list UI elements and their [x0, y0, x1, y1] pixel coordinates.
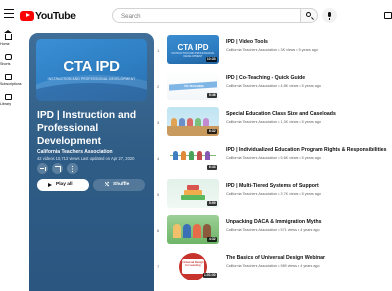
list-item[interactable]: 3 6:32 Special Education Class Size and …	[157, 105, 392, 137]
duration-badge: 5:46	[207, 92, 217, 98]
rail-item-subscriptions[interactable]: Subscriptions	[0, 72, 22, 92]
list-item[interactable]: 2 CO-TEACHING 5:46 IPD | Co-Teaching - Q…	[157, 69, 392, 101]
duration-badge: 6:43	[207, 164, 217, 170]
video-index: 6	[157, 228, 160, 233]
video-index: 1	[157, 48, 160, 53]
video-thumbnail[interactable]: 6:32	[167, 107, 219, 136]
subscriptions-icon	[5, 74, 12, 80]
video-index: 5	[157, 192, 160, 197]
video-meta: California Teachers Association • 989 vi…	[226, 264, 320, 268]
rail-item-label: Home	[0, 42, 10, 46]
duration-badge: 5:59	[207, 200, 217, 206]
video-thumbnail[interactable]: Universal Design for Learning 1:01:30	[167, 251, 219, 280]
video-title[interactable]: Unpacking DACA & Immigration Myths	[226, 219, 392, 225]
video-meta: California Teachers Association • 5.6K v…	[226, 156, 321, 160]
rail-item-home[interactable]: Home	[0, 30, 18, 52]
video-meta: California Teachers Association • 571 vi…	[226, 228, 320, 232]
rail-item-library[interactable]: Library	[0, 92, 18, 112]
thumbnail-text: CTA IPD	[177, 43, 209, 52]
youtube-playlist-page: YouTube Search Home Shorts Subscriptions…	[0, 0, 392, 291]
shuffle-icon: ⤭	[105, 182, 110, 189]
play-icon	[48, 182, 52, 187]
video-thumbnail[interactable]: 5:59	[167, 179, 219, 208]
video-title[interactable]: Special Education Class Size and Caseloa…	[226, 111, 392, 117]
search-icon	[306, 12, 311, 17]
video-index: 7	[157, 264, 160, 269]
video-meta: California Teachers Association • 3.7K v…	[226, 192, 321, 196]
video-index: 2	[157, 84, 160, 89]
logo-text: YouTube	[35, 9, 76, 22]
video-index: 4	[157, 156, 160, 161]
search-input[interactable]: Search	[112, 8, 300, 23]
video-index: 3	[157, 120, 160, 125]
list-item[interactable]: 7 Universal Design for Learning 1:01:30 …	[157, 249, 392, 281]
video-meta: California Teachers Association • 3K vie…	[226, 48, 318, 52]
video-thumbnail[interactable]: CO-TEACHING 5:46	[167, 71, 219, 100]
more-options-icon[interactable]	[67, 163, 78, 174]
thumbnail-text: Universal Design for Learning	[182, 259, 204, 274]
list-item[interactable]: 6 4:32 Unpacking DACA & Immigration Myth…	[157, 213, 392, 245]
share-icon[interactable]	[52, 163, 63, 174]
playlist-meta: 42 videos 10,713 views Last updated on A…	[37, 156, 135, 161]
play-all-button[interactable]: Play all	[37, 179, 89, 191]
video-title[interactable]: IPD | Multi-Tiered Systems of Support	[226, 183, 392, 189]
video-thumbnail[interactable]: CTA IPD INSTRUCTION AND PROFESSIONAL DEV…	[167, 35, 219, 64]
search-button[interactable]	[300, 8, 318, 23]
video-title[interactable]: IPD | Video Tools	[226, 39, 392, 45]
video-thumbnail[interactable]: 6:43	[167, 143, 219, 172]
save-playlist-icon[interactable]	[37, 163, 48, 174]
top-bar: YouTube Search	[0, 0, 392, 32]
video-title[interactable]: The Basics of Universal Design Webinar	[226, 255, 392, 261]
list-item[interactable]: 5 5:59 IPD | Multi-Tiered Systems of Sup…	[157, 177, 392, 209]
list-item[interactable]: 1 CTA IPD INSTRUCTION AND PROFESSIONAL D…	[157, 33, 392, 65]
library-icon	[5, 94, 12, 100]
playlist-actions	[37, 163, 78, 174]
thumbnail-text: CO-TEACHING	[184, 83, 204, 88]
create-icon[interactable]	[384, 12, 392, 19]
shuffle-button[interactable]: ⤭ Shuffle	[93, 179, 145, 191]
playlist-title: IPD | Instruction and Professional Devel…	[37, 110, 137, 147]
video-thumbnail[interactable]: 4:32	[167, 215, 219, 244]
video-meta: California Teachers Association • 4.8K v…	[226, 84, 321, 88]
video-meta: California Teachers Association • 1.3K v…	[226, 120, 321, 124]
rail-item-label: Shorts	[0, 62, 11, 66]
youtube-play-icon	[20, 10, 34, 21]
mic-icon	[328, 11, 331, 17]
shorts-icon	[5, 54, 12, 60]
playlist-header-card: CTA IPD INSTRUCTION AND PROFESSIONAL DEV…	[29, 33, 154, 291]
duration-badge: 4:32	[207, 236, 217, 242]
playlist-channel[interactable]: California Teachers Association	[37, 149, 113, 155]
video-title[interactable]: IPD | Co-Teaching - Quick Guide	[226, 75, 392, 81]
rail-item-shorts[interactable]: Shorts	[0, 52, 18, 72]
shuffle-label: Shuffle	[113, 182, 130, 188]
rail-item-label: Subscriptions	[0, 82, 22, 86]
menu-icon[interactable]	[4, 9, 14, 19]
voice-search-button[interactable]	[322, 8, 337, 23]
duration-badge: 1:01:30	[202, 272, 217, 278]
list-item[interactable]: 4 6:43 IPD | Individualized Education Pr…	[157, 141, 392, 173]
duration-badge: 6:32	[207, 128, 217, 134]
duration-badge: 10:33	[205, 56, 217, 62]
rail-item-label: Library	[0, 102, 11, 106]
play-all-label: Play all	[56, 182, 73, 188]
playlist-thumbnail[interactable]: CTA IPD INSTRUCTION AND PROFESSIONAL DEV…	[36, 39, 147, 101]
playlist-thumbnail-subtitle: INSTRUCTION AND PROFESSIONAL DEVELOPMENT	[47, 77, 136, 81]
playlist-thumbnail-brand: CTA IPD	[63, 58, 120, 75]
video-title[interactable]: IPD | Individualized Education Program R…	[226, 147, 392, 153]
youtube-logo[interactable]: YouTube	[20, 9, 76, 22]
home-icon	[4, 30, 12, 40]
